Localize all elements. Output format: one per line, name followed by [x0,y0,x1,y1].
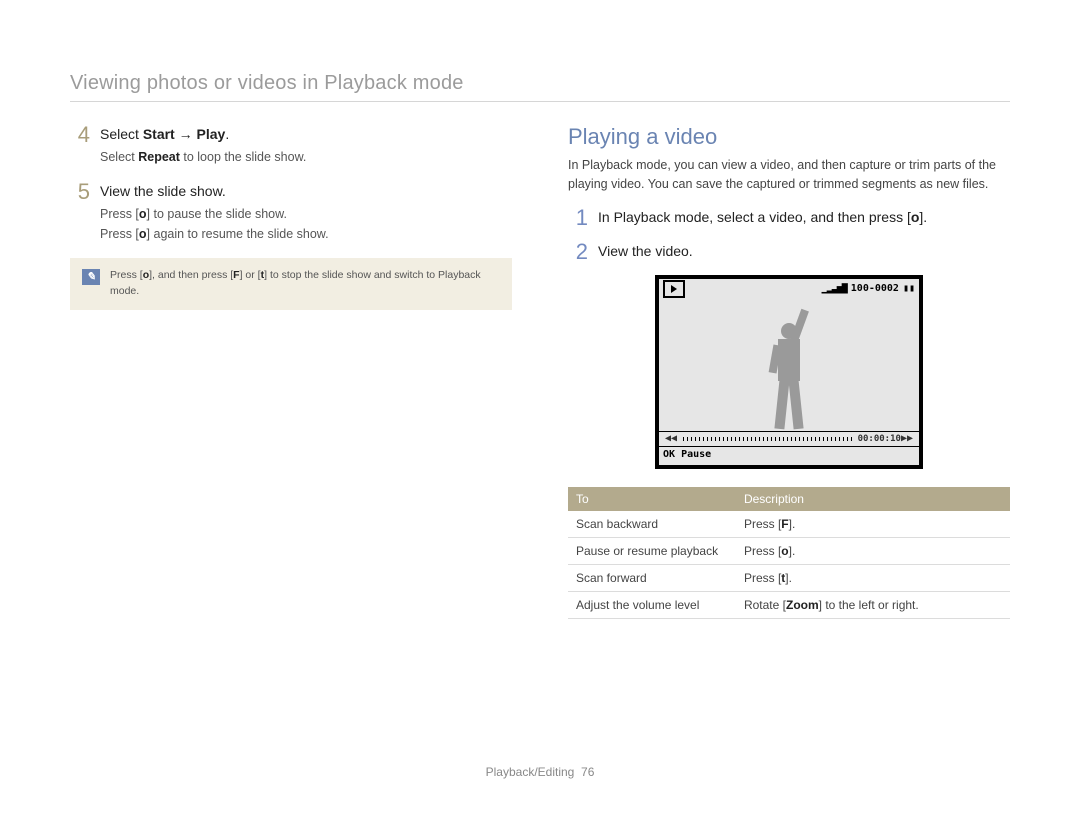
lcd-top-bar: 100-0002 ▮▮ [659,279,919,299]
content-columns: 4 Select Start → Play. Select Repeat to … [70,124,1010,619]
cell-desc: Press [o]. [736,537,1010,564]
step-number: 5 [70,181,90,203]
step-content: In Playback mode, select a video, and th… [598,207,1010,231]
section-description: In Playback mode, you can view a video, … [568,156,1010,195]
page-footer: Playback/Editing 76 [0,765,1080,779]
step-number: 4 [70,124,90,146]
lcd-progress-row: ◀◀ 00:00:10 ▶▶ [659,431,919,446]
camera-lcd-illustration: 100-0002 ▮▮ ◀◀ 00:00:10 ▶▶ [655,275,923,469]
left-column: 4 Select Start → Play. Select Repeat to … [70,124,512,619]
progress-bar [683,437,852,441]
cell-to: Scan backward [568,511,736,538]
col-description: Description [736,487,1010,511]
right-column: Playing a video In Playback mode, you ca… [568,124,1010,619]
step-title: View the slide show. [100,183,512,199]
pause-label: Pause [681,449,711,460]
cell-to: Adjust the volume level [568,591,736,618]
volume-icon [822,283,847,294]
cell-to: Pause or resume playback [568,537,736,564]
lcd-preview [659,299,919,431]
cell-desc: Press [F]. [736,511,1010,538]
step-5: 5 View the slide show. Press [o] to paus… [70,181,512,244]
step-1: 1 In Playback mode, select a video, and … [568,207,1010,231]
manual-page: Viewing photos or videos in Playback mod… [0,0,1080,815]
person-silhouette [759,321,819,431]
forward-icon: ▶▶ [901,433,913,444]
page-title: Viewing photos or videos in Playback mod… [70,72,1010,102]
footer-page-number: 76 [581,765,594,779]
note-text: Press [o], and then press [F] or [t] to … [110,268,500,300]
step-content: View the video. [598,241,1010,265]
note-icon: ✎ [82,269,100,285]
play-mode-icon [663,280,685,298]
battery-icon: ▮▮ [903,283,915,294]
table-row: Adjust the volume level Rotate [Zoom] to… [568,591,1010,618]
file-counter: 100-0002 [851,283,899,294]
step-title: View the video. [598,243,1010,259]
rewind-icon: ◀◀ [665,433,677,444]
step-2: 2 View the video. [568,241,1010,265]
step-number: 2 [568,241,588,263]
step-title: Select Start → Play. [100,126,512,142]
step-sub: Select Repeat to loop the slide show. [100,148,512,167]
table-row: Scan forward Press [t]. [568,564,1010,591]
elapsed-time: 00:00:10 [858,434,901,444]
step-number: 1 [568,207,588,229]
table-row: Scan backward Press [F]. [568,511,1010,538]
col-to: To [568,487,736,511]
step-content: View the slide show. Press [o] to pause … [100,181,512,244]
controls-table: To Description Scan backward Press [F]. … [568,487,1010,619]
cell-desc: Press [t]. [736,564,1010,591]
step-sub: Press [o] to pause the slide show. Press… [100,205,512,244]
ok-label: OK [663,449,675,460]
cell-to: Scan forward [568,564,736,591]
step-content: Select Start → Play. Select Repeat to lo… [100,124,512,167]
lcd-hint-bar: OK Pause [659,446,919,465]
note-callout: ✎ Press [o], and then press [F] or [t] t… [70,258,512,310]
table-header-row: To Description [568,487,1010,511]
step-title: In Playback mode, select a video, and th… [598,209,1010,225]
footer-section: Playback/Editing [486,765,575,779]
section-heading: Playing a video [568,124,1010,150]
table-row: Pause or resume playback Press [o]. [568,537,1010,564]
step-4: 4 Select Start → Play. Select Repeat to … [70,124,512,167]
cell-desc: Rotate [Zoom] to the left or right. [736,591,1010,618]
